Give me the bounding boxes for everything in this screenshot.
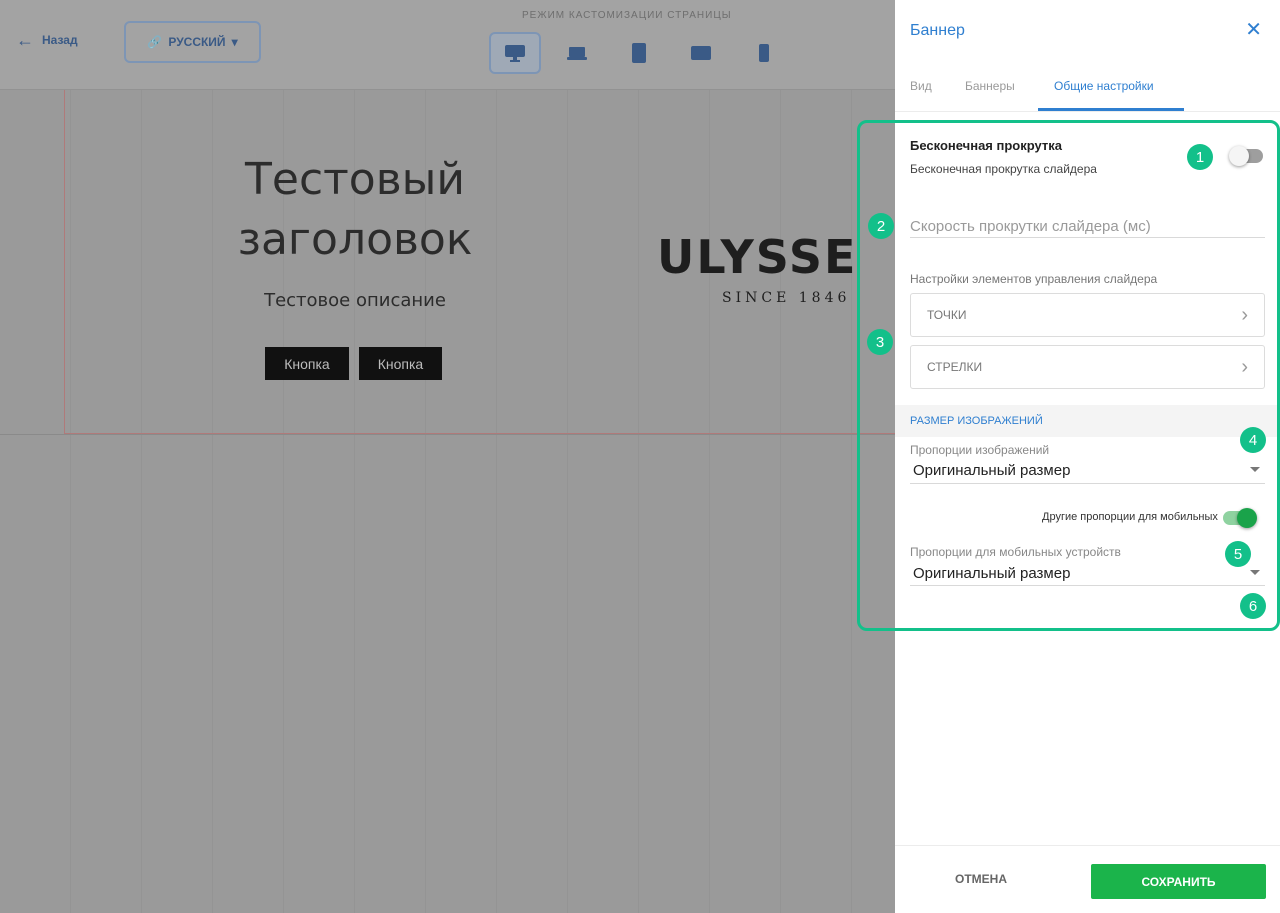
mobile-proportions-toggle[interactable] <box>1223 508 1257 528</box>
arrows-settings-item[interactable]: СТРЕЛКИ › <box>910 345 1265 389</box>
language-label: РУССКИЙ <box>168 35 226 49</box>
language-selector[interactable]: 🔗 РУССКИЙ ▾ <box>124 21 261 63</box>
banner-logo-subtitle: SINCE 1846 <box>722 290 851 306</box>
laptop-icon <box>567 47 587 60</box>
slider-speed-input[interactable]: Скорость прокрутки слайдера (мс) <box>910 212 1265 238</box>
banner-description: Тестовое описание <box>264 290 446 311</box>
back-button[interactable]: ← Назад <box>16 30 78 50</box>
image-size-section-header: РАЗМЕР ИЗОБРАЖЕНИЙ <box>895 405 1280 437</box>
save-button[interactable]: СОХРАНИТЬ <box>1091 864 1266 899</box>
image-size-section-title: РАЗМЕР ИЗОБРАЖЕНИЙ <box>910 415 1043 427</box>
callout-badge-2: 2 <box>868 213 894 239</box>
proportions-select[interactable]: Оригинальный размер <box>910 458 1265 484</box>
desktop-icon <box>505 45 525 62</box>
panel-tabs: Вид Баннеры Общие настройки <box>895 62 1280 112</box>
chevron-right-icon: › <box>1241 356 1248 378</box>
tablet-landscape-icon <box>691 46 711 60</box>
dots-label: ТОЧКИ <box>927 308 967 322</box>
infinite-scroll-toggle[interactable] <box>1229 146 1263 166</box>
infinite-scroll-subtitle: Бесконечная прокрутка слайдера <box>910 162 1097 176</box>
dots-settings-item[interactable]: ТОЧКИ › <box>910 293 1265 337</box>
tab-view[interactable]: Вид <box>910 79 932 93</box>
callout-badge-1: 1 <box>1187 144 1213 170</box>
page-canvas: Тестовый заголовок Тестовое описание Кно… <box>0 90 895 913</box>
chevron-right-icon: › <box>1241 304 1248 326</box>
callout-badge-3: 3 <box>867 329 893 355</box>
panel-footer: ОТМЕНА СОХРАНИТЬ <box>895 845 1280 913</box>
divider <box>0 434 895 435</box>
panel-title: Баннер <box>910 22 965 39</box>
mobile-proportions-label: Пропорции для мобильных устройств <box>910 545 1121 559</box>
slider-controls-label: Настройки элементов управления слайдера <box>910 272 1158 286</box>
callout-badge-5: 5 <box>1225 541 1251 567</box>
banner-button-2[interactable]: Кнопка <box>359 347 442 380</box>
mobile-proportions-value: Оригинальный размер <box>913 565 1071 582</box>
desktop-view-button[interactable] <box>489 32 541 74</box>
caret-down-icon <box>1250 570 1260 575</box>
mobile-proportions-toggle-label: Другие пропорции для мобильных <box>1042 511 1218 523</box>
mobile-icon <box>759 44 769 62</box>
banner-button-1[interactable]: Кнопка <box>265 347 349 380</box>
editor-topbar: ← Назад 🔗 РУССКИЙ ▾ РЕЖИМ КАСТОМИЗАЦИИ С… <box>0 0 895 90</box>
proportions-value: Оригинальный размер <box>913 462 1071 479</box>
arrow-left-icon: ← <box>16 30 34 50</box>
caret-down-icon <box>1250 467 1260 472</box>
caret-down-icon: ▾ <box>231 35 238 49</box>
slider-speed-placeholder: Скорость прокрутки слайдера (мс) <box>910 218 1151 235</box>
banner-title: Тестовый заголовок <box>237 154 473 265</box>
callout-badge-4: 4 <box>1240 427 1266 453</box>
customization-mode-label: РЕЖИМ КАСТОМИЗАЦИИ СТРАНИЦЫ <box>522 10 732 21</box>
toggle-knob <box>1237 508 1257 528</box>
mobile-view-button[interactable] <box>738 32 790 74</box>
toggle-knob <box>1229 146 1249 166</box>
tab-general-settings[interactable]: Общие настройки <box>1054 79 1154 93</box>
back-label: Назад <box>42 33 78 47</box>
tablet-landscape-view-button[interactable] <box>675 32 727 74</box>
callout-badge-6: 6 <box>1240 593 1266 619</box>
arrows-label: СТРЕЛКИ <box>927 360 983 374</box>
active-tab-indicator <box>1038 108 1184 111</box>
cancel-button[interactable]: ОТМЕНА <box>955 872 1007 886</box>
mobile-proportions-select[interactable]: Оригинальный размер <box>910 560 1265 586</box>
link-icon: 🔗 <box>147 35 163 49</box>
banner-settings-panel: Баннер ✕ Вид Баннеры Общие настройки Бес… <box>895 0 1280 913</box>
banner-logo-text: ULYSSE <box>657 230 858 284</box>
infinite-scroll-title: Бесконечная прокрутка <box>910 138 1062 153</box>
tablet-icon <box>632 43 646 63</box>
panel-header: Баннер ✕ <box>895 0 1280 62</box>
laptop-view-button[interactable] <box>551 32 603 74</box>
page-editor-overlay: ← Назад 🔗 РУССКИЙ ▾ РЕЖИМ КАСТОМИЗАЦИИ С… <box>0 0 895 913</box>
close-icon[interactable]: ✕ <box>1245 20 1262 40</box>
proportions-label: Пропорции изображений <box>910 443 1050 457</box>
tablet-view-button[interactable] <box>613 32 665 74</box>
tab-banners[interactable]: Баннеры <box>965 79 1015 93</box>
